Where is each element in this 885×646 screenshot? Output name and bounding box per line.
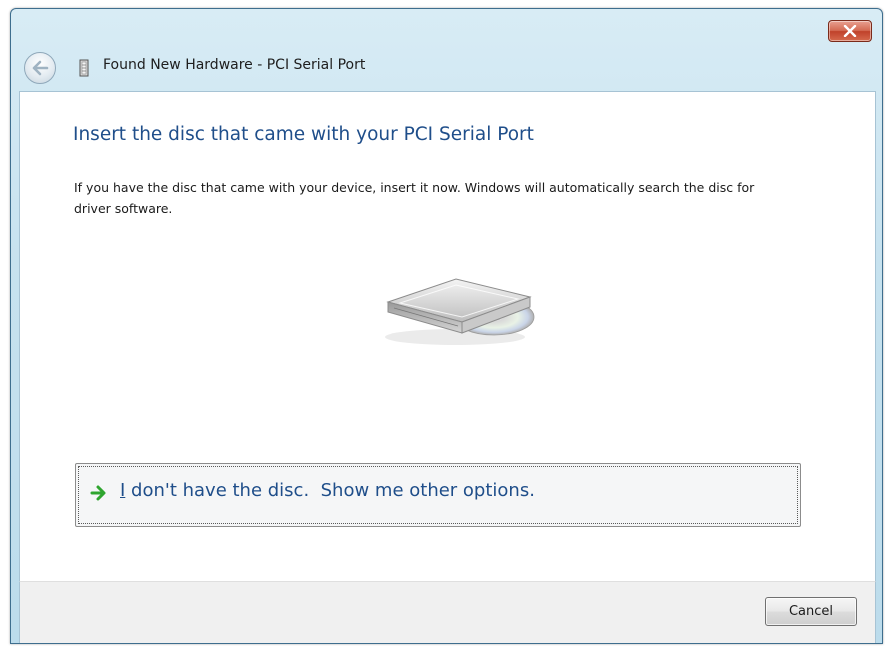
content-area: Insert the disc that came with your PCI … — [19, 91, 876, 582]
no-disc-option-button[interactable]: I don't have the disc. Show me other opt… — [75, 463, 801, 527]
close-button[interactable] — [828, 20, 872, 42]
cancel-button[interactable]: Cancel — [765, 597, 857, 626]
close-icon — [843, 25, 857, 37]
device-icon — [79, 59, 89, 77]
green-arrow-icon — [90, 485, 106, 501]
button-bar: Cancel — [19, 581, 876, 643]
disc-drive-icon — [385, 278, 535, 345]
instructions-text: If you have the disc that came with your… — [74, 180, 755, 216]
option-label-rest: don't have the disc. Show me other optio… — [125, 480, 535, 501]
title-bar: Found New Hardware - PCI Serial Port — [11, 9, 882, 91]
wizard-window: Found New Hardware - PCI Serial Port Ins… — [10, 8, 883, 644]
back-arrow-icon — [32, 60, 49, 76]
back-button[interactable] — [24, 52, 56, 84]
window-title: Found New Hardware - PCI Serial Port — [103, 57, 366, 73]
no-disc-option-label: I don't have the disc. Show me other opt… — [120, 480, 535, 501]
page-heading: Insert the disc that came with your PCI … — [73, 124, 534, 145]
